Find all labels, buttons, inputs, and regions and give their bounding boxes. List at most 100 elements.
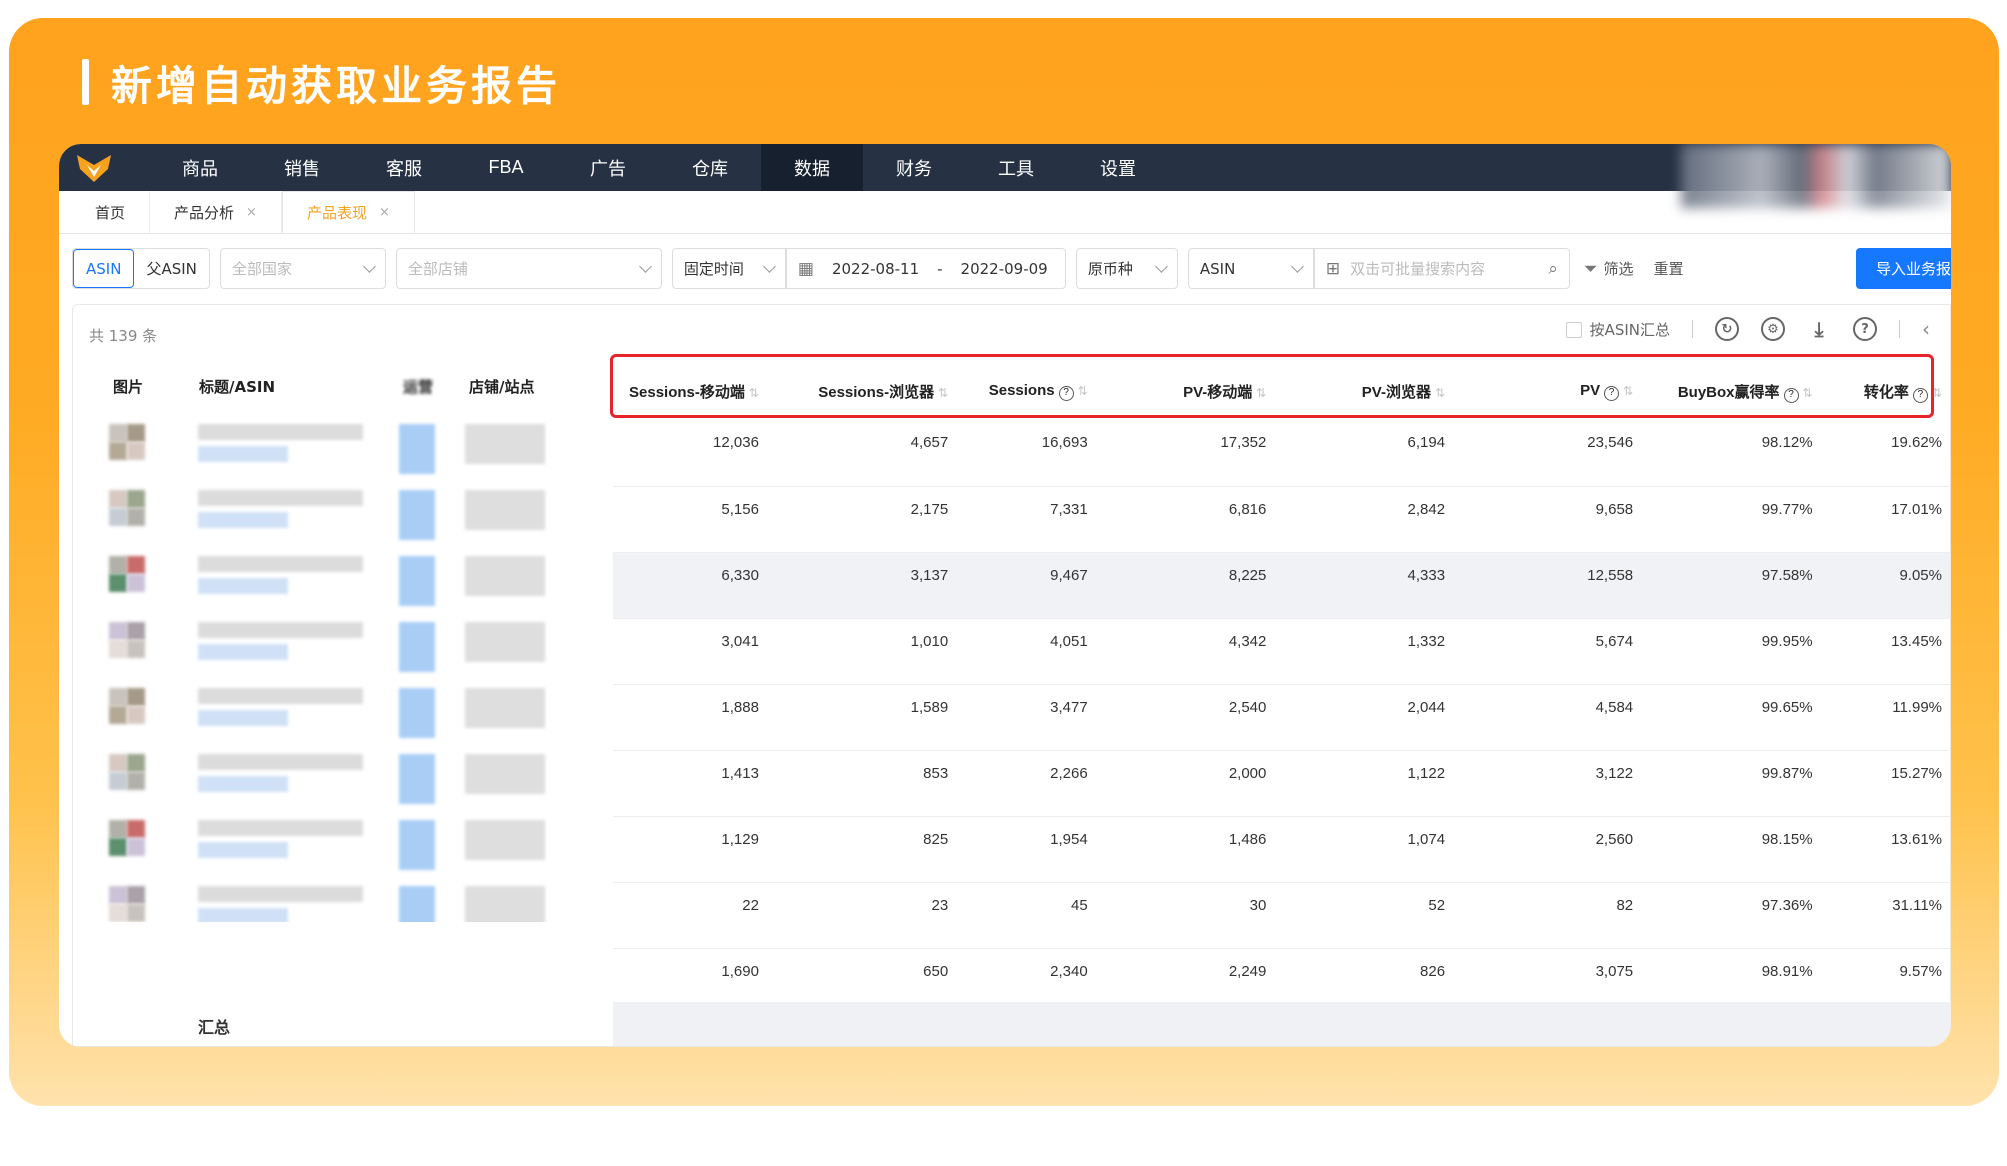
table-cell: 2,044: [1407, 698, 1446, 716]
search-icon[interactable]: ⌕: [1548, 259, 1558, 279]
blurred-operator: [399, 424, 435, 474]
currency-select[interactable]: 原币种: [1075, 248, 1178, 289]
table-row[interactable]: 5,156 2,175 7,331 6,816 2,842 9,658 99.77% 17.0…: [613, 486, 1950, 552]
blurred-thumbnail: [127, 442, 145, 460]
blurred-thumbnail: [127, 424, 145, 442]
heading-bar: [82, 59, 89, 105]
calendar-icon: ▦: [797, 258, 814, 279]
nav-item-warehouse[interactable]: 仓库: [659, 144, 761, 191]
blurred-operator: [399, 754, 435, 804]
table-row[interactable]: 1,413 853 2,266 2,000 1,122 3,122 99.87% 15.27%: [613, 750, 1950, 816]
import-business-report-button[interactable]: 导入业务报: [1856, 248, 1951, 289]
table-row[interactable]: 1,129 825 1,954 1,486 1,074 2,560 98.15% 13.61%: [613, 816, 1950, 882]
blurred-thumbnail: [127, 622, 145, 640]
table-cell: 6,194: [1407, 434, 1446, 451]
highlight-box: [610, 354, 1934, 418]
refresh-icon[interactable]: ↻: [1715, 317, 1739, 341]
table-cell: 4,342: [1228, 632, 1267, 650]
nav-item-goods[interactable]: 商品: [149, 144, 251, 191]
table-cell: 19.62%: [1891, 434, 1942, 451]
country-select[interactable]: 全部国家: [219, 248, 386, 289]
blurred-shop: [465, 886, 545, 922]
table-cell: 99.87%: [1761, 764, 1813, 782]
blurred-operator: [399, 622, 435, 672]
table-row[interactable]: 12,036 4,657 16,693 17,352 6,194 23,546 98.12%…: [613, 420, 1950, 486]
settings-icon[interactable]: ⚙: [1761, 317, 1785, 341]
table-cell: 31.11%: [1892, 896, 1942, 914]
blurred-thumbnail: [109, 706, 127, 724]
table-cell: 16,693: [1041, 434, 1088, 451]
filter-bar: ASIN 父ASIN 全部国家 全部店铺 固定时间 ▦ 2022-08-11 -…: [72, 248, 1684, 289]
blurred-product-columns: 图片 标题/ASIN 运营 店铺/站点: [73, 362, 608, 922]
fox-logo-icon[interactable]: [75, 153, 113, 183]
blurred-operator: [399, 688, 435, 738]
blurred-thumbnail: [109, 886, 127, 904]
chevron-down-icon: [363, 259, 376, 273]
search-input[interactable]: ⊞ 双击可批量搜索内容 ⌕: [1313, 248, 1570, 289]
table-cell: 12,558: [1587, 566, 1634, 584]
table-cell: 1,888: [721, 698, 759, 716]
table-cell: 17.01%: [1891, 500, 1942, 518]
grid-icon[interactable]: ⊞: [1326, 259, 1340, 279]
blurred-thumbnail: [109, 820, 127, 838]
tab-product-performance[interactable]: 产品表现 ×: [281, 191, 415, 233]
table-cell: 9,467: [1050, 566, 1088, 584]
blurred-thumbnail: [127, 904, 145, 922]
help-icon[interactable]: ?: [1853, 317, 1877, 341]
date-range-picker[interactable]: ▦ 2022-08-11 - 2022-09-09: [785, 248, 1066, 289]
filter-icon[interactable]: ⏷: [1584, 259, 1598, 279]
group-by-asin-checkbox[interactable]: 按ASIN汇总: [1565, 319, 1670, 340]
nav-item-settings[interactable]: 设置: [1067, 144, 1169, 191]
table-cell: 99.65%: [1761, 698, 1813, 716]
summary-bar: [613, 1002, 1951, 1046]
table-row[interactable]: 1,888 1,589 3,477 2,540 2,044 4,584 99.65% 11.9…: [613, 684, 1950, 750]
table-cell: 22: [742, 896, 759, 914]
blurred-text: [198, 622, 363, 638]
nav-item-tools[interactable]: 工具: [965, 144, 1067, 191]
close-icon[interactable]: ×: [246, 205, 257, 220]
blurred-thumbnail: [127, 688, 145, 706]
shop-select[interactable]: 全部店铺: [395, 248, 662, 289]
blurred-shop: [465, 754, 545, 794]
blurred-text: [198, 424, 363, 440]
table-cell: 12,036: [713, 434, 759, 451]
chevron-left-icon[interactable]: ‹: [1922, 317, 1930, 341]
blurred-text: [198, 446, 288, 462]
chevron-down-icon: [639, 259, 652, 273]
table-cell: 5,156: [721, 500, 759, 518]
summary-label: 汇总: [198, 1018, 231, 1037]
table-row[interactable]: 3,041 1,010 4,051 4,342 1,332 5,674 99.95% 13.4…: [613, 618, 1950, 684]
table-cell: 1,413: [721, 764, 759, 782]
tab-home[interactable]: 首页: [71, 191, 151, 233]
table-toolbar: 按ASIN汇总 ↻ ⚙ ⤓ ? ‹: [1565, 317, 1930, 341]
table-cell: 13.45%: [1891, 632, 1942, 650]
nav-item-finance[interactable]: 财务: [863, 144, 965, 191]
blurred-thumbnail: [109, 622, 127, 640]
table-row[interactable]: 6,330 3,137 9,467 8,225 4,333 12,558 97.58% 9.0…: [613, 552, 1950, 618]
nav-item-sales[interactable]: 销售: [251, 144, 353, 191]
blurred-shop: [465, 820, 545, 860]
download-icon[interactable]: ⤓: [1807, 317, 1831, 341]
nav-item-data[interactable]: 数据: [761, 144, 863, 191]
search-field-select[interactable]: ASIN: [1187, 248, 1314, 289]
tab-product-analysis[interactable]: 产品分析 ×: [150, 191, 282, 233]
nav-item-service[interactable]: 客服: [353, 144, 455, 191]
table-row[interactable]: 22 23 45 30 52 82 97.36% 31.11%: [613, 882, 1950, 948]
toggle-asin[interactable]: ASIN: [73, 249, 135, 288]
toggle-parent-asin[interactable]: 父ASIN: [134, 249, 208, 288]
table-cell: 1,589: [910, 698, 949, 716]
blurred-operator: [399, 556, 435, 606]
table-cell: 853: [923, 764, 949, 782]
table-cell: 30: [1249, 896, 1267, 914]
table-cell: 97.58%: [1761, 566, 1813, 584]
close-icon[interactable]: ×: [379, 205, 390, 220]
time-mode-select[interactable]: 固定时间: [671, 248, 786, 289]
reset-button[interactable]: 重置: [1654, 258, 1684, 279]
nav-item-ads[interactable]: 广告: [557, 144, 659, 191]
nav-item-fba[interactable]: FBA: [455, 144, 557, 191]
table-cell: 99.95%: [1761, 632, 1813, 650]
user-avatar-blurred[interactable]: [1681, 144, 1951, 208]
filter-button[interactable]: 筛选: [1603, 258, 1633, 279]
table-cell: 3,041: [721, 632, 759, 650]
blurred-shop: [465, 556, 545, 596]
